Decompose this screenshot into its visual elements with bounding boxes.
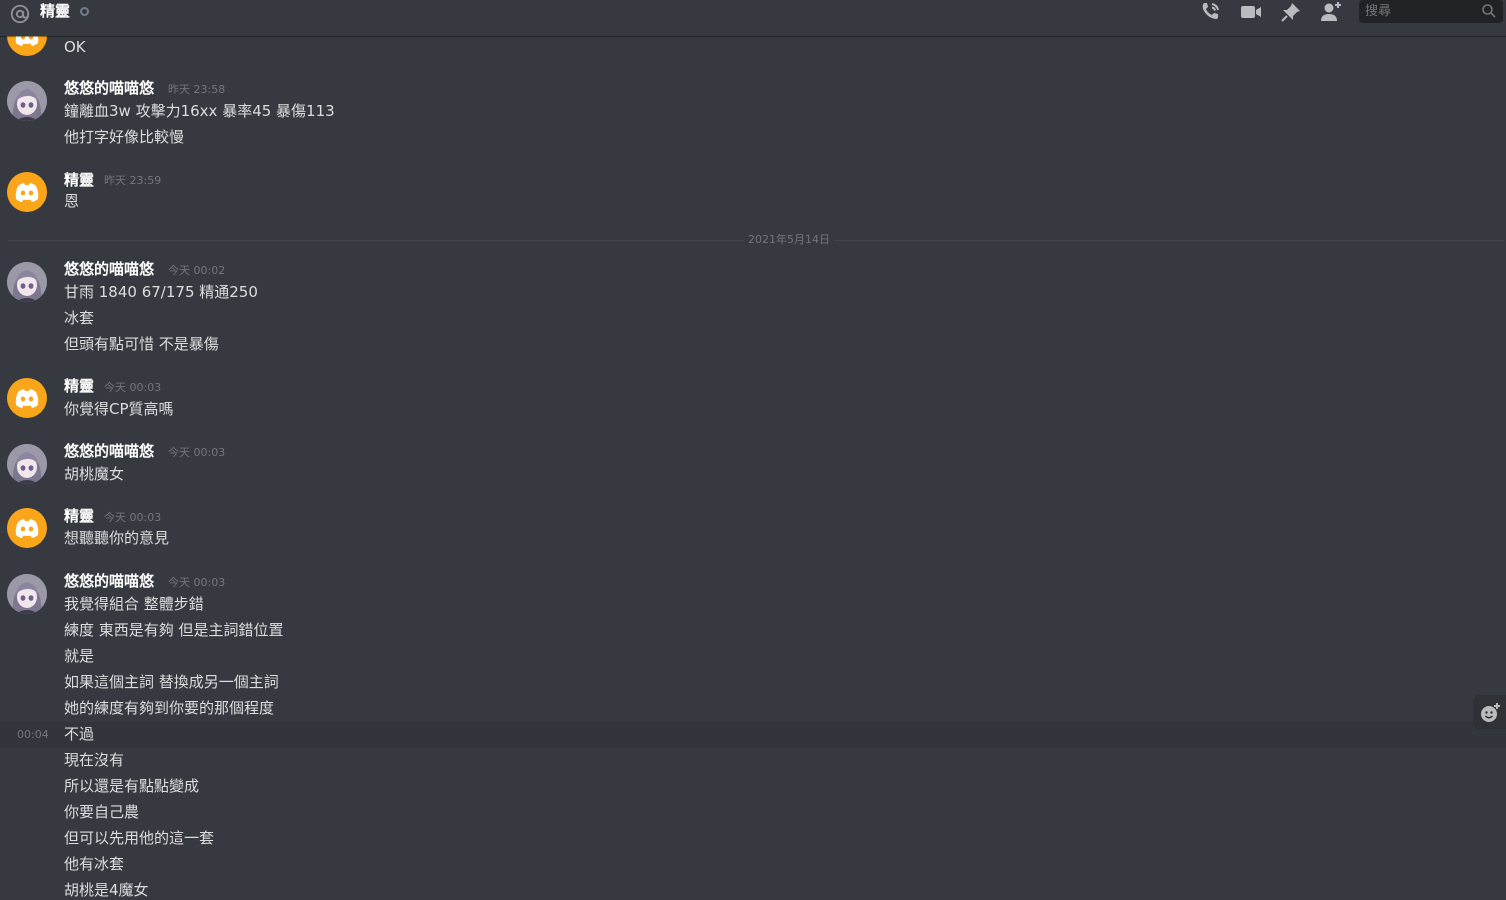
- at-icon: [10, 4, 30, 24]
- message-line: 胡桃魔女: [64, 465, 125, 483]
- avatar[interactable]: [7, 81, 47, 121]
- discord-logo-icon: [15, 36, 39, 46]
- channel-title: 精靈: [40, 2, 71, 20]
- message-line: 不過: [64, 725, 95, 743]
- message-line: 胡桃是4魔女: [64, 881, 149, 899]
- message-timestamp: 昨天 23:58: [168, 83, 226, 96]
- message-line: 想聽聽你的意見: [64, 529, 170, 547]
- message-line: 你覺得CP質高嗎: [64, 400, 174, 418]
- message-line: 所以還是有點點變成: [64, 777, 200, 795]
- message-author[interactable]: 精靈: [64, 376, 94, 396]
- message-line: 就是: [64, 647, 95, 665]
- avatar[interactable]: [7, 172, 47, 212]
- discord-logo-icon: [15, 519, 39, 538]
- call-icon[interactable]: [1198, 0, 1222, 24]
- avatar[interactable]: [7, 508, 47, 548]
- message-line: 她的練度有夠到你要的那個程度: [64, 699, 275, 717]
- message-line: 他打字好像比較慢: [64, 128, 185, 146]
- message-timestamp: 昨天 23:59: [104, 174, 162, 187]
- hovered-message[interactable]: [0, 722, 1506, 748]
- message-author[interactable]: 精靈: [64, 170, 94, 190]
- message-list[interactable]: OK 悠悠的喵喵悠 昨天 23:58 鐘離血3w 攻擊力16xx 暴率45 暴傷…: [0, 36, 1506, 900]
- message-timestamp: 今天 00:02: [168, 264, 226, 277]
- message-line: 鐘離血3w 攻擊力16xx 暴率45 暴傷113: [64, 102, 335, 120]
- message-author[interactable]: 悠悠的喵喵悠: [64, 441, 154, 461]
- date-divider-label: 2021年5月14日: [744, 233, 834, 247]
- message-author[interactable]: 悠悠的喵喵悠: [64, 78, 154, 98]
- search-icon[interactable]: [1481, 3, 1497, 19]
- message-line: 我覺得組合 整體步錯: [64, 595, 204, 613]
- message-timestamp: 今天 00:03: [104, 381, 162, 394]
- avatar[interactable]: [7, 378, 47, 418]
- search-bar[interactable]: [1359, 0, 1503, 23]
- avatar[interactable]: [7, 444, 47, 484]
- message-line: 練度 東西是有夠 但是主詞錯位置: [64, 621, 284, 639]
- message-author[interactable]: 悠悠的喵喵悠: [64, 259, 154, 279]
- message-timestamp: 00:04: [17, 728, 49, 741]
- avatar[interactable]: [7, 262, 47, 302]
- avatar[interactable]: [7, 36, 47, 56]
- anime-girl-avatar-icon: [7, 262, 47, 302]
- message-timestamp: 今天 00:03: [104, 511, 162, 524]
- add-reaction-button[interactable]: [1474, 696, 1506, 728]
- message-line: 但頭有點可惜 不是暴傷: [64, 335, 219, 353]
- search-input[interactable]: [1365, 2, 1475, 20]
- message-timestamp: 今天 00:03: [168, 446, 226, 459]
- message-line: 恩: [64, 192, 80, 210]
- message-line: 冰套: [64, 309, 95, 327]
- avatar[interactable]: [7, 574, 47, 614]
- message-line: 你要自己農: [64, 803, 140, 821]
- message-line: OK: [64, 38, 86, 56]
- anime-girl-avatar-icon: [7, 81, 47, 121]
- message-line: 現在沒有: [64, 751, 125, 769]
- anime-girl-avatar-icon: [7, 444, 47, 484]
- add-friend-icon[interactable]: [1319, 0, 1343, 24]
- message-line: 甘雨 1840 67/175 精通250: [64, 283, 258, 301]
- message-line: 他有冰套: [64, 855, 125, 873]
- channel-header: 精靈: [0, 0, 1506, 36]
- discord-logo-icon: [15, 389, 39, 408]
- message-line: 但可以先用他的這一套: [64, 829, 215, 847]
- add-reaction-icon: [1481, 703, 1500, 722]
- discord-logo-icon: [15, 183, 39, 202]
- message-author[interactable]: 悠悠的喵喵悠: [64, 571, 154, 591]
- video-icon[interactable]: [1239, 0, 1263, 24]
- message-line: 如果這個主詞 替換成另一個主詞: [64, 673, 279, 691]
- anime-girl-avatar-icon: [7, 574, 47, 614]
- status-offline-icon: [80, 7, 89, 16]
- pin-icon[interactable]: [1279, 0, 1303, 24]
- message-timestamp: 今天 00:03: [168, 576, 226, 589]
- message-author[interactable]: 精靈: [64, 506, 94, 526]
